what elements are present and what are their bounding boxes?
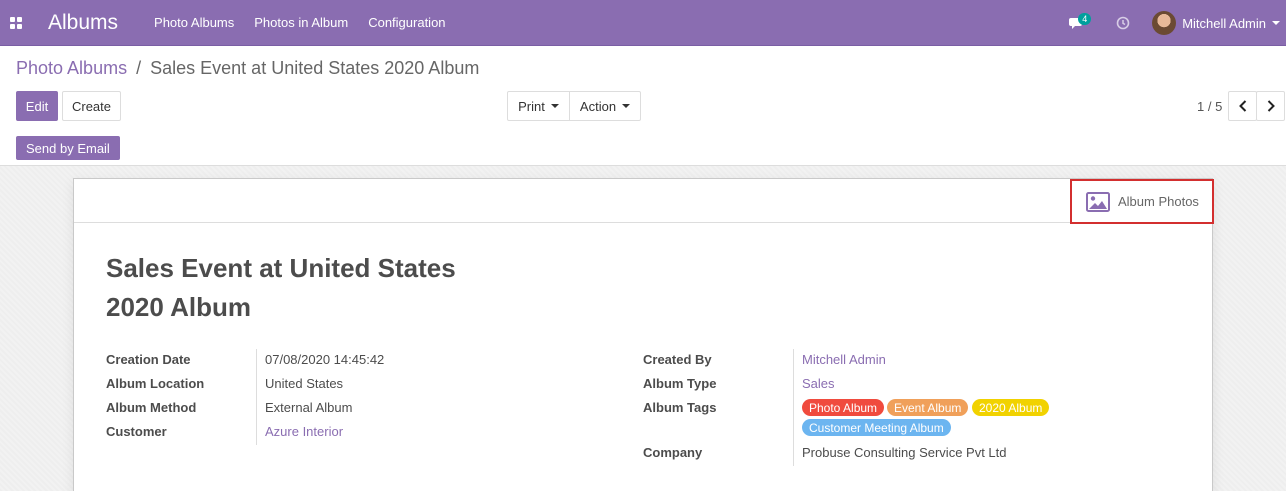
caret-down-icon: [622, 104, 631, 108]
customer-link[interactable]: Azure Interior: [265, 424, 343, 439]
create-button[interactable]: Create: [62, 91, 121, 121]
menu-configuration[interactable]: Configuration: [358, 15, 455, 30]
field-separator: [793, 349, 794, 466]
created-by-link[interactable]: Mitchell Admin: [802, 352, 886, 367]
breadcrumb-parent-link[interactable]: Photo Albums: [16, 58, 127, 78]
field-separator: [256, 349, 257, 445]
image-icon: [1086, 191, 1110, 212]
pager-previous-button[interactable]: [1228, 91, 1257, 121]
app-title[interactable]: Albums: [48, 11, 118, 35]
avatar: [1152, 11, 1177, 35]
chevron-right-icon: [1267, 100, 1275, 112]
action-dropdown[interactable]: Action: [569, 91, 641, 121]
form-sheet: Album Photos Sales Event at United State…: [73, 178, 1214, 491]
record-title: Sales Event at United States 2020 Album: [106, 249, 486, 327]
album-type-link[interactable]: Sales: [802, 376, 835, 391]
user-name: Mitchell Admin: [1182, 15, 1266, 31]
breadcrumb-separator: /: [136, 58, 142, 78]
clock-icon: [1116, 16, 1130, 30]
tag-2020-album[interactable]: 2020 Album: [972, 399, 1050, 416]
pager-next-button[interactable]: [1256, 91, 1285, 121]
tag-photo-album[interactable]: Photo Album: [802, 399, 885, 416]
album-photos-label: Album Photos: [1118, 194, 1199, 209]
album-method-label: Album Method: [106, 400, 197, 415]
send-by-email-button[interactable]: Send by Email: [16, 136, 120, 160]
record-title-line1: Sales Event at United States: [106, 253, 456, 283]
record-title-line2: 2020 Album: [106, 292, 251, 322]
breadcrumb: Photo Albums / Sales Event at United Sta…: [16, 58, 479, 79]
tag-event-album[interactable]: Event Album: [887, 399, 969, 416]
chevron-left-icon: [1238, 100, 1246, 112]
album-method-value: External Album: [265, 400, 353, 415]
breadcrumb-current: Sales Event at United States 2020 Album: [150, 58, 480, 78]
menu-photos-in-album[interactable]: Photos in Album: [244, 15, 358, 30]
album-tags-label: Album Tags: [643, 400, 717, 415]
pager-value[interactable]: 1 / 5: [1197, 99, 1222, 114]
activity-menu[interactable]: [1108, 0, 1138, 46]
apps-menu-button[interactable]: [0, 0, 32, 46]
album-location-value: United States: [265, 376, 344, 391]
print-label: Print: [518, 98, 545, 114]
album-type-label: Album Type: [643, 376, 717, 391]
navbar-systray: 4 Mitchell Admin: [1062, 0, 1286, 46]
top-navbar: Albums Photo Albums Photos in Album Conf…: [0, 0, 1286, 46]
messaging-menu[interactable]: 4: [1062, 0, 1092, 46]
caret-down-icon: [550, 104, 559, 108]
company-label: Company: [643, 445, 703, 460]
edit-button[interactable]: Edit: [16, 91, 58, 121]
company-value: Probuse Consulting Service Pvt Ltd: [802, 445, 1007, 460]
album-location-label: Album Location: [106, 376, 205, 391]
tag-customer-meeting-album[interactable]: Customer Meeting Album: [802, 419, 951, 436]
apps-grid-icon: [10, 16, 22, 29]
print-dropdown[interactable]: Print: [507, 91, 570, 121]
album-photos-button[interactable]: Album Photos: [1070, 179, 1214, 224]
menu-photo-albums[interactable]: Photo Albums: [144, 15, 244, 30]
action-label: Action: [579, 98, 617, 114]
chat-count-badge: 4: [1078, 13, 1092, 25]
customer-label: Customer: [106, 424, 167, 439]
creation-date-value: 07/08/2020 14:45:42: [265, 352, 385, 367]
creation-date-label: Creation Date: [106, 352, 191, 367]
user-menu[interactable]: Mitchell Admin: [1152, 11, 1280, 35]
created-by-label: Created By: [643, 352, 712, 367]
smart-button-box: [74, 179, 1212, 223]
caret-down-icon: [1272, 21, 1280, 25]
form-statusbar: [0, 131, 1286, 166]
